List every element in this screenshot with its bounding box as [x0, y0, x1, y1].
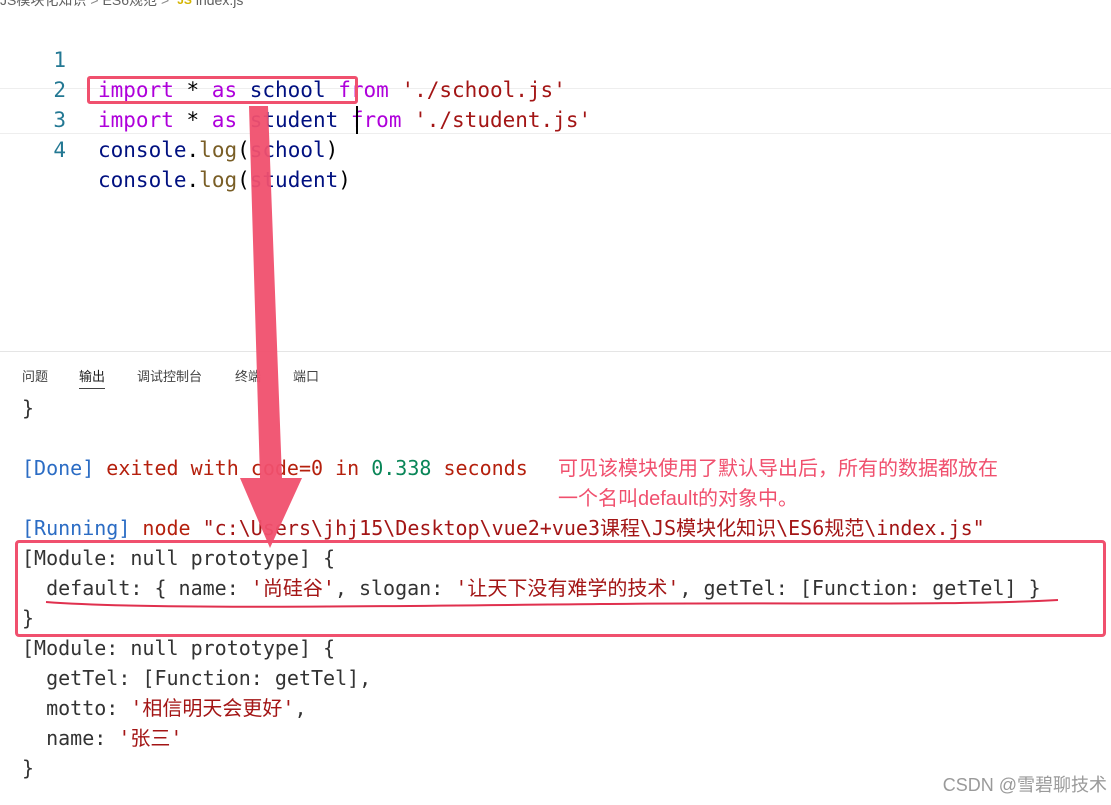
annotation-line-1: 可见该模块使用了默认导出后，所有的数据都放在 — [558, 458, 998, 480]
watermark: CSDN @雪碧聊技术 — [942, 775, 1107, 795]
annotation-overlay — [45, 106, 1059, 608]
underline-squiggle — [45, 599, 1059, 608]
red-arrow-icon — [240, 106, 302, 548]
annotation-text: 可见该模块使用了默认导出后，所有的数据都放在 一个名叫default的对象中。 — [558, 454, 998, 514]
annotation-line-2: 一个名叫default的对象中。 — [558, 488, 799, 510]
